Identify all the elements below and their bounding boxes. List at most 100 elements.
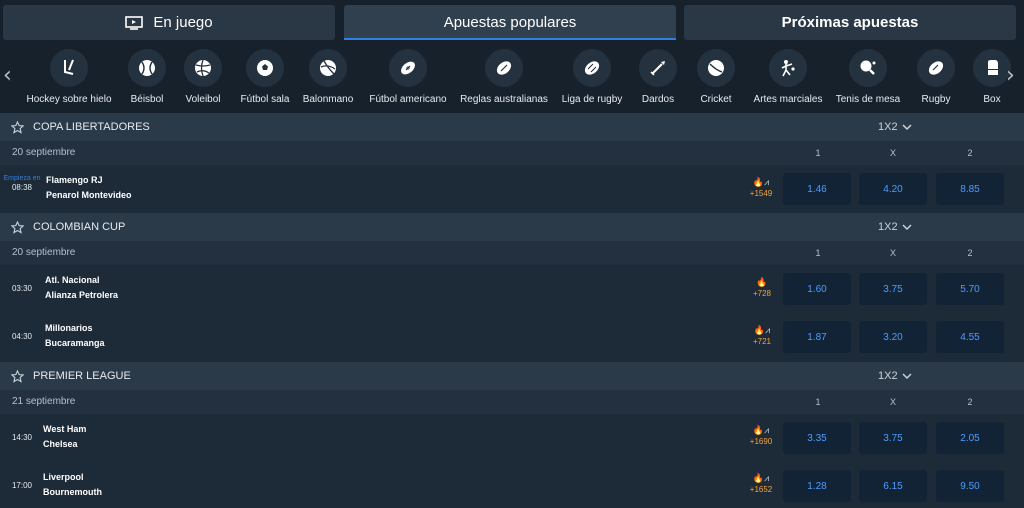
sport-label: Fútbol americano — [369, 94, 447, 105]
column-home: 1 — [815, 397, 821, 407]
sport-label: Hockey sobre hielo — [26, 94, 112, 105]
cricket-ball-icon — [708, 60, 724, 76]
volleyball-icon — [195, 59, 211, 77]
market-selector[interactable]: 1X2 — [878, 370, 912, 382]
match-stats[interactable]: 🔥⩘ +721 — [742, 325, 782, 346]
match-date: 21 septiembre — [12, 396, 76, 407]
more-markets-count: +1549 — [749, 189, 773, 198]
fire-icon: 🔥 — [752, 426, 765, 436]
market-selector[interactable]: 1X2 — [878, 221, 912, 233]
league-header-colombian-cup[interactable]: COLOMBIAN CUP 1X2 — [0, 213, 1024, 241]
sport-item-balonmano[interactable]: Balonmano — [302, 45, 354, 113]
tab-apuestas-populares[interactable]: Apuestas populares — [344, 5, 676, 40]
match-row[interactable]: 04:30 Millonarios Bucaramanga 🔥⩘ +721 1.… — [0, 313, 1024, 361]
odds-button-home[interactable]: 3.35 — [783, 422, 851, 454]
soccer-ball-icon — [257, 60, 273, 76]
home-team: West Ham — [43, 424, 87, 434]
market-label: 1X2 — [878, 221, 898, 233]
martial-arts-icon — [781, 60, 795, 77]
match-row[interactable]: Empieza en 08:38 Flamengo RJ Penarol Mon… — [0, 165, 1024, 213]
odds-button-away[interactable]: 8.85 — [936, 173, 1004, 205]
chevron-left-icon[interactable]: ‹ — [3, 63, 12, 88]
tab-label: Próximas apuestas — [781, 14, 919, 31]
date-row: 20 septiembre 1 X 2 — [0, 141, 1024, 165]
boxing-glove-icon — [988, 60, 998, 75]
kickoff-time: 03:30 — [11, 284, 33, 293]
sport-item-dardos[interactable]: Dardos — [636, 45, 680, 113]
odds-button-away[interactable]: 5.70 — [936, 273, 1004, 305]
more-markets-count: +1690 — [749, 437, 773, 446]
league-header-premier-league[interactable]: PREMIER LEAGUE 1X2 — [0, 362, 1024, 390]
odds-button-home[interactable]: 1.46 — [783, 173, 851, 205]
column-home: 1 — [815, 148, 821, 158]
match-row[interactable]: 14:30 West Ham Chelsea 🔥⩘ +1690 3.35 3.7… — [0, 414, 1024, 462]
tab-proximas-apuestas[interactable]: Próximas apuestas — [684, 5, 1016, 40]
kickoff-time: 08:38 — [11, 183, 33, 192]
home-team: Atl. Nacional — [45, 275, 100, 285]
star-icon[interactable] — [11, 369, 24, 383]
tv-icon — [125, 15, 144, 30]
odds-button-home[interactable]: 1.28 — [783, 470, 851, 502]
odds-button-draw[interactable]: 4.20 — [859, 173, 927, 205]
rugby-ball-icon — [928, 61, 944, 75]
match-stats[interactable]: 🔥 +728 — [742, 277, 782, 298]
league-name: COPA LIBERTADORES — [33, 121, 150, 133]
odds-button-away[interactable]: 4.55 — [936, 321, 1004, 353]
market-selector[interactable]: 1X2 — [878, 121, 912, 133]
match-date: 20 septiembre — [12, 147, 76, 158]
more-markets-count: +728 — [752, 289, 772, 298]
odds-button-draw[interactable]: 3.75 — [859, 273, 927, 305]
match-stats[interactable]: 🔥⩘ +1652 — [741, 473, 781, 494]
top-tabs: En juego Apuestas populares Próximas apu… — [0, 0, 1024, 45]
match-row[interactable]: 17:00 Liverpool Bournemouth 🔥⩘ +1652 1.2… — [0, 462, 1024, 508]
match-time: 04:30 — [0, 332, 44, 341]
kickoff-time: 04:30 — [11, 332, 33, 341]
sport-label: Rugby — [921, 94, 951, 105]
sport-label: Artes marciales — [753, 94, 823, 105]
fire-icon: 🔥 — [752, 474, 765, 484]
odds-button-away[interactable]: 2.05 — [936, 422, 1004, 454]
stats-chart-icon: ⩘ — [764, 426, 770, 436]
match-stats[interactable]: 🔥⩘ +1549 — [741, 177, 781, 198]
tab-en-juego[interactable]: En juego — [3, 5, 335, 40]
away-team: Chelsea — [43, 439, 78, 449]
league-name: PREMIER LEAGUE — [33, 370, 131, 382]
sports-carousel: ‹ Hockey sobre hielo Béisbol Voleibol Fú… — [0, 45, 1024, 113]
column-home: 1 — [815, 248, 821, 258]
match-row[interactable]: 03:30 Atl. Nacional Alianza Petrolera 🔥 … — [0, 265, 1024, 313]
sport-label: Liga de rugby — [561, 94, 623, 105]
sport-item-voleibol[interactable]: Voleibol — [181, 45, 225, 113]
odds-button-away[interactable]: 9.50 — [936, 470, 1004, 502]
star-icon[interactable] — [11, 120, 24, 134]
odds-button-draw[interactable]: 3.20 — [859, 321, 927, 353]
odds-button-draw[interactable]: 3.75 — [859, 422, 927, 454]
sport-item-hockey[interactable]: Hockey sobre hielo — [24, 45, 114, 113]
away-team: Penarol Montevideo — [46, 190, 132, 200]
match-teams: Flamengo RJ Penarol Montevideo — [46, 173, 132, 203]
sport-item-artes-marciales[interactable]: Artes marciales — [752, 45, 824, 113]
column-draw: X — [889, 248, 896, 258]
chevron-right-icon[interactable]: › — [1006, 63, 1015, 88]
odds-button-home[interactable]: 1.60 — [783, 273, 851, 305]
starts-label: Empieza en — [3, 175, 41, 182]
sport-item-reglas-australianas[interactable]: Reglas australianas — [460, 45, 548, 113]
sport-item-futbol-sala[interactable]: Fútbol sala — [238, 45, 292, 113]
sport-item-tenis-de-mesa[interactable]: Tenis de mesa — [834, 45, 902, 113]
match-time: 03:30 — [0, 284, 44, 293]
sport-item-futbol-americano[interactable]: Fútbol americano — [366, 45, 450, 113]
odds-button-draw[interactable]: 6.15 — [859, 470, 927, 502]
date-row: 21 septiembre 1 X 2 — [0, 390, 1024, 414]
match-stats[interactable]: 🔥⩘ +1690 — [741, 425, 781, 446]
match-teams: West Ham Chelsea — [43, 422, 86, 452]
sport-item-beisbol[interactable]: Béisbol — [125, 45, 169, 113]
away-team: Bucaramanga — [45, 338, 105, 348]
star-icon[interactable] — [11, 220, 24, 234]
stats-chart-icon: ⩘ — [764, 474, 770, 484]
league-header-copa-libertadores[interactable]: COPA LIBERTADORES 1X2 — [0, 113, 1024, 141]
fire-icon: 🔥 — [756, 278, 768, 288]
sport-item-liga-de-rugby[interactable]: Liga de rugby — [560, 45, 624, 113]
sport-item-cricket[interactable]: Cricket — [694, 45, 738, 113]
sport-item-rugby[interactable]: Rugby — [914, 45, 958, 113]
odds-button-home[interactable]: 1.87 — [783, 321, 851, 353]
date-row: 20 septiembre 1 X 2 — [0, 241, 1024, 265]
